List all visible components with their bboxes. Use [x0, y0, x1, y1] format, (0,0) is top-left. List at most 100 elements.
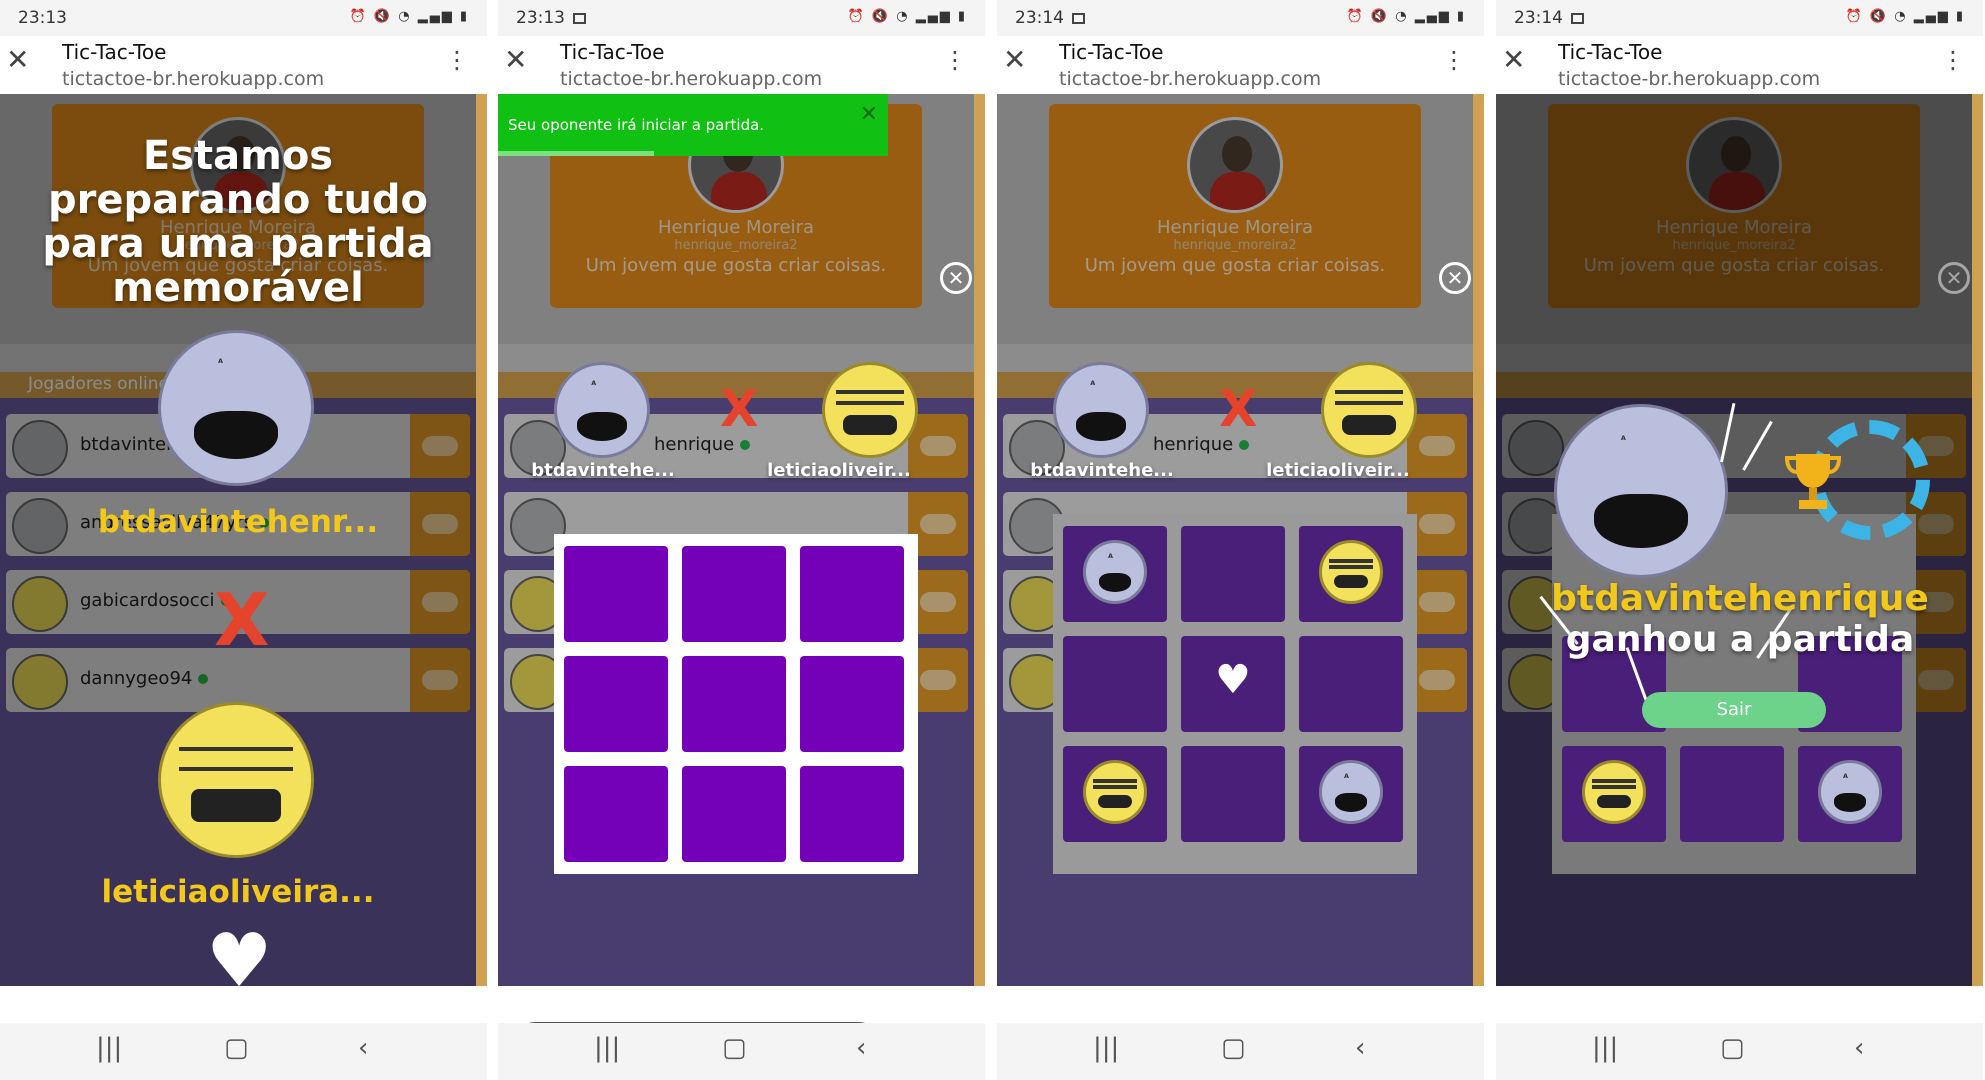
versus-mark: X	[1219, 380, 1258, 438]
home-icon[interactable]: ▢	[1221, 1033, 1246, 1063]
avatar-mark: A	[1090, 379, 1096, 388]
board-cell[interactable]: A	[1299, 746, 1403, 842]
page-url[interactable]: tictactoe-br.herokuapp.com	[62, 68, 324, 90]
page-title: Tic-Tac-Toe	[62, 40, 167, 64]
status-icons: ⏰ 🔇 ◔ ▂▄▆ ▮	[1346, 9, 1466, 24]
close-circle-icon[interactable]: ✕	[1439, 262, 1471, 294]
close-icon[interactable]: ✕	[1502, 46, 1525, 74]
close-icon[interactable]: ✕	[860, 102, 878, 127]
board-cell[interactable]	[564, 656, 668, 752]
menu-dots-icon[interactable]: ⋮	[445, 48, 469, 72]
screen-3: 23:14 ⏰ 🔇 ◔ ▂▄▆ ▮ ✕ Tic-Tac-Toe tictacto…	[997, 0, 1484, 1080]
recents-icon[interactable]: |||	[594, 1033, 620, 1063]
side-strip	[1473, 94, 1484, 986]
page-url[interactable]: tictactoe-br.herokuapp.com	[1558, 68, 1820, 90]
heart-icon: ♥	[206, 918, 273, 1004]
status-icons: ⏰ 🔇 ◔ ▂▄▆ ▮	[847, 9, 967, 24]
board-cell[interactable]	[564, 766, 668, 862]
game-board	[554, 534, 918, 874]
board-cell[interactable]: A	[1063, 526, 1167, 622]
board-cell[interactable]	[1063, 636, 1167, 732]
status-bar: 23:14 ⏰ 🔇 ◔ ▂▄▆ ▮	[1496, 0, 1983, 36]
overlay-title: Estamos preparando tudo para uma partida…	[42, 133, 434, 311]
close-icon[interactable]: ✕	[1003, 46, 1026, 74]
back-icon[interactable]: ‹	[856, 1033, 866, 1063]
gallery-icon	[573, 13, 586, 24]
avatar-mark: A	[1108, 552, 1113, 561]
page-url[interactable]: tictactoe-br.herokuapp.com	[1059, 68, 1321, 90]
board-cell[interactable]	[1063, 746, 1167, 842]
board-cell[interactable]	[564, 546, 668, 642]
menu-dots-icon[interactable]: ⋮	[1941, 48, 1965, 72]
status-icons: ⏰ 🔇 ◔ ▂▄▆ ▮	[1845, 9, 1965, 24]
screen-1: 23:13 ⏰ 🔇 ◔ ▂▄▆ ▮ ✕ Tic-Tac-Toe tictacto…	[0, 0, 487, 1080]
recents-icon[interactable]: |||	[96, 1033, 122, 1063]
board-cell[interactable]	[1299, 526, 1403, 622]
x-piece-avatar: A	[1319, 760, 1383, 824]
board-cell[interactable]	[1299, 636, 1403, 732]
board-cell	[1680, 746, 1784, 842]
nav-bar: ||| ▢ ‹	[1496, 1023, 1983, 1080]
board-cell[interactable]: ♥	[1181, 636, 1285, 732]
close-circle-icon[interactable]: ✕	[940, 262, 972, 294]
close-icon[interactable]: ✕	[504, 46, 527, 74]
board-cell[interactable]	[1181, 746, 1285, 842]
home-icon[interactable]: ▢	[1720, 1033, 1745, 1063]
page-url[interactable]: tictactoe-br.herokuapp.com	[560, 68, 822, 90]
close-icon[interactable]: ✕	[6, 46, 29, 74]
recents-icon[interactable]: |||	[1592, 1033, 1618, 1063]
menu-dots-icon[interactable]: ⋮	[943, 48, 967, 72]
nav-bar: ||| ▢ ‹	[498, 1023, 985, 1080]
board-cell[interactable]	[1181, 526, 1285, 622]
avatar-mark: A	[1344, 772, 1349, 781]
player1-avatar: A	[158, 330, 314, 486]
game-overlay: Seu oponente irá iniciar a partida. ✕ ✕ A…	[498, 94, 974, 1074]
home-icon[interactable]: ▢	[722, 1033, 747, 1063]
avatar-mouth	[576, 411, 628, 441]
board-cell[interactable]	[682, 546, 786, 642]
burst-ray	[1720, 402, 1736, 463]
browser-bar: ✕ Tic-Tac-Toe tictactoe-br.herokuapp.com…	[1496, 36, 1983, 94]
clock: 23:13	[516, 8, 565, 28]
board-cell[interactable]	[800, 656, 904, 752]
avatar-eyes	[179, 747, 293, 771]
avatar-mouth	[843, 415, 897, 436]
board-cell[interactable]	[682, 766, 786, 862]
player1-avatar: A	[554, 362, 650, 458]
browser-bar: ✕ Tic-Tac-Toe tictactoe-br.herokuapp.com…	[498, 36, 985, 94]
player2-label: leticiaoliveir...	[767, 460, 911, 481]
home-icon[interactable]: ▢	[224, 1033, 249, 1063]
player2-avatar	[822, 362, 918, 458]
back-icon[interactable]: ‹	[358, 1033, 368, 1063]
toast-text: Seu oponente irá iniciar a partida.	[508, 116, 765, 134]
menu-dots-icon[interactable]: ⋮	[1442, 48, 1466, 72]
gallery-icon	[1571, 13, 1584, 24]
side-strip	[974, 94, 985, 986]
close-circle-icon[interactable]: ✕	[1938, 262, 1970, 294]
avatar-eyes	[1591, 779, 1637, 789]
recents-icon[interactable]: |||	[1093, 1033, 1119, 1063]
player1-label: btdavintehe...	[531, 460, 675, 481]
board-cell[interactable]	[800, 546, 904, 642]
player2-name: leticiaoliveira...	[101, 874, 375, 910]
avatar-mouth	[1334, 793, 1368, 812]
trophy-icon	[1784, 450, 1842, 512]
exit-button[interactable]: Sair	[1642, 692, 1826, 728]
game-overlay: ✕ A btdavintehe... X leticiaoliveir... A…	[997, 94, 1473, 986]
avatar-mouth	[194, 411, 278, 459]
winner-avatar: A	[1554, 404, 1728, 578]
winner-name: btdavintehenrique	[1551, 578, 1929, 619]
avatar-eyes	[835, 390, 905, 405]
o-piece-avatar	[1319, 540, 1383, 604]
board-cell[interactable]	[800, 766, 904, 862]
avatar-mark: A	[591, 379, 597, 388]
winner-message: btdavintehenrique ganhou a partida	[1496, 578, 1983, 661]
back-icon[interactable]: ‹	[1854, 1033, 1864, 1063]
player1-label: btdavintehe...	[1030, 460, 1174, 481]
board-cell[interactable]	[682, 656, 786, 752]
nav-bar: ||| ▢ ‹	[0, 1023, 487, 1080]
heart-icon: ♥	[1215, 657, 1251, 703]
win-overlay: ✕ A A btdavintehenrique ganhou a partida…	[1496, 94, 1972, 986]
back-icon[interactable]: ‹	[1355, 1033, 1365, 1063]
status-bar: 23:14 ⏰ 🔇 ◔ ▂▄▆ ▮	[997, 0, 1484, 36]
